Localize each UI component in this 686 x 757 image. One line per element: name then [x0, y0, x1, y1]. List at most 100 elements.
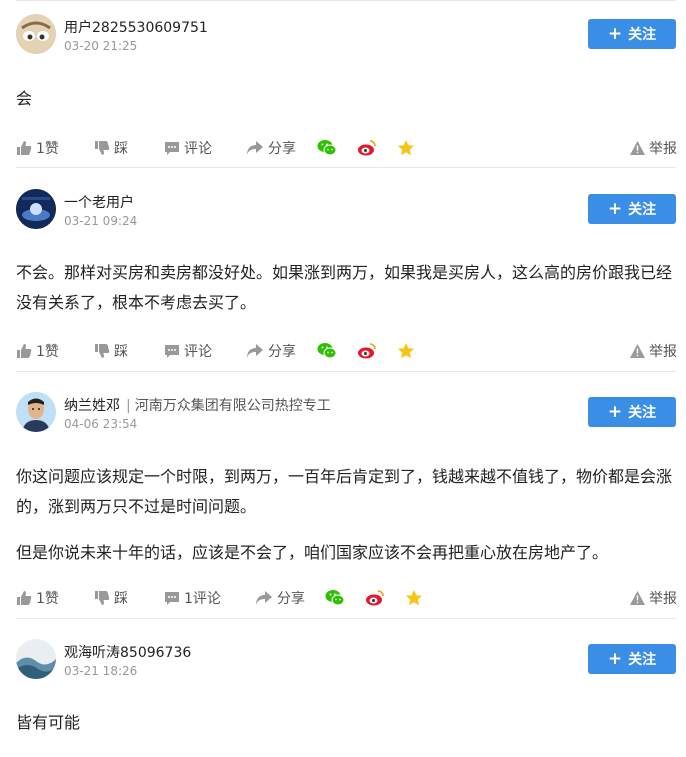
thumbs-up-icon [17, 141, 32, 155]
favorite-button[interactable] [397, 136, 415, 160]
answer-text: 皆有可能 [16, 708, 680, 738]
dislike-label: 踩 [114, 344, 128, 360]
thumbs-up-icon [17, 344, 32, 358]
warning-icon [630, 344, 645, 358]
username[interactable]: 一个老用户 [64, 192, 134, 212]
share-weibo-button[interactable] [357, 136, 377, 160]
star-icon [398, 343, 414, 359]
share-wechat-button[interactable] [317, 136, 337, 160]
report-label: 举报 [649, 344, 677, 360]
comment-count: 1评论 [184, 591, 221, 607]
answer-card: 纳兰姓邓 | 河南万众集团有限公司热控专工 04-06 23:54 + 关注 你这问题… [0, 371, 686, 618]
username-text[interactable]: 用户2825530609751 [64, 20, 208, 36]
share-label: 分享 [268, 141, 296, 157]
timestamp: 03-21 09:24 [64, 214, 138, 228]
comment-icon [165, 142, 179, 155]
dislike-button[interactable]: 踩 [94, 136, 128, 160]
avatar[interactable] [16, 392, 56, 432]
dislike-label: 踩 [114, 591, 128, 607]
answer-paragraph: 会 [16, 89, 33, 108]
comment-count: 评论 [184, 344, 212, 360]
action-bar: 1赞 踩 评论 分享 举报 [0, 136, 686, 160]
action-bar: 1赞 踩 1评论 分享 举报 [0, 586, 686, 610]
answer-text: 不会。那样对买房和卖房都没好处。如果涨到两万，如果我是买房人，这么高的房价跟我已… [16, 258, 680, 318]
thumbs-down-icon [95, 344, 110, 358]
comment-icon [165, 345, 179, 358]
share-weibo-button[interactable] [357, 339, 377, 363]
answer-paragraph: 皆有可能 [16, 713, 81, 732]
avatar[interactable] [16, 14, 56, 54]
report-label: 举报 [649, 591, 677, 607]
like-count: 1赞 [36, 591, 59, 607]
share-wechat-button[interactable] [325, 586, 345, 610]
share-button[interactable]: 分享 [246, 136, 296, 160]
like-count: 1赞 [36, 141, 59, 157]
star-icon [398, 140, 414, 156]
favorite-button[interactable] [397, 339, 415, 363]
avatar[interactable] [16, 189, 56, 229]
action-bar: 1赞 踩 评论 分享 举报 [0, 339, 686, 363]
follow-button[interactable]: + 关注 [588, 194, 676, 224]
answer-text: 你这问题应该规定一个时限，到两万，一百年后肯定到了，钱越来越不值钱了，物价都是会… [16, 462, 680, 568]
comment-button[interactable]: 评论 [164, 136, 212, 160]
avatar[interactable] [16, 639, 56, 679]
share-label: 分享 [268, 344, 296, 360]
share-weibo-button[interactable] [365, 586, 385, 610]
plus-icon: + [607, 23, 623, 44]
username[interactable]: 观海听涛85096736 [64, 642, 191, 662]
timestamp: 03-21 18:26 [64, 664, 138, 678]
like-button[interactable]: 1赞 [16, 136, 59, 160]
report-button[interactable]: 举报 [630, 586, 677, 610]
share-button[interactable]: 分享 [246, 339, 296, 363]
like-button[interactable]: 1赞 [16, 339, 59, 363]
dislike-button[interactable]: 踩 [94, 586, 128, 610]
weibo-icon [358, 343, 376, 359]
dislike-label: 踩 [114, 141, 128, 157]
dislike-button[interactable]: 踩 [94, 339, 128, 363]
like-count: 1赞 [36, 344, 59, 360]
wechat-icon [317, 343, 337, 359]
follow-button[interactable]: + 关注 [588, 644, 676, 674]
favorite-button[interactable] [405, 586, 423, 610]
star-icon [406, 590, 422, 606]
follow-button[interactable]: + 关注 [588, 19, 676, 49]
user-organization: 河南万众集团有限公司热控专工 [134, 398, 331, 414]
report-button[interactable]: 举报 [630, 339, 677, 363]
warning-icon [630, 141, 645, 155]
answer-card: 用户2825530609751 03-20 21:25 + 关注 会 1赞 踩 评… [0, 0, 686, 167]
username-text[interactable]: 纳兰姓邓 [64, 398, 120, 414]
follow-button[interactable]: + 关注 [588, 397, 676, 427]
follow-label: 关注 [628, 202, 657, 218]
share-icon [247, 141, 263, 155]
share-button[interactable]: 分享 [255, 586, 305, 610]
report-label: 举报 [649, 141, 677, 157]
timestamp: 03-20 21:25 [64, 39, 138, 53]
weibo-icon [358, 140, 376, 156]
answer-card: 观海听涛85096736 03-21 18:26 + 关注 皆有可能 [0, 618, 686, 757]
report-button[interactable]: 举报 [630, 136, 677, 160]
username-text[interactable]: 观海听涛85096736 [64, 645, 191, 661]
thumbs-up-icon [17, 591, 32, 605]
share-icon [256, 591, 272, 605]
follow-label: 关注 [628, 405, 657, 421]
plus-icon: + [607, 198, 623, 219]
share-wechat-button[interactable] [317, 339, 337, 363]
like-button[interactable]: 1赞 [16, 586, 59, 610]
thumbs-down-icon [95, 591, 110, 605]
plus-icon: + [607, 648, 623, 669]
warning-icon [630, 591, 645, 605]
comment-count: 评论 [184, 141, 212, 157]
answer-paragraph: 不会。那样对买房和卖房都没好处。如果涨到两万，如果我是买房人，这么高的房价跟我已… [16, 263, 673, 312]
timestamp: 04-06 23:54 [64, 417, 138, 431]
username[interactable]: 用户2825530609751 [64, 17, 208, 37]
thumbs-down-icon [95, 141, 110, 155]
answer-card: 一个老用户 03-21 09:24 + 关注 不会。那样对买房和卖房都没好处。如果… [0, 167, 686, 371]
follow-label: 关注 [628, 27, 657, 43]
share-icon [247, 344, 263, 358]
username[interactable]: 纳兰姓邓 | 河南万众集团有限公司热控专工 [64, 395, 331, 415]
comment-button[interactable]: 评论 [164, 339, 212, 363]
answer-text: 会 [16, 84, 680, 114]
comment-button[interactable]: 1评论 [164, 586, 221, 610]
answer-paragraph: 但是你说未来十年的话，应该是不会了，咱们国家应该不会再把重心放在房地产了。 [16, 543, 609, 562]
username-text[interactable]: 一个老用户 [64, 195, 134, 211]
